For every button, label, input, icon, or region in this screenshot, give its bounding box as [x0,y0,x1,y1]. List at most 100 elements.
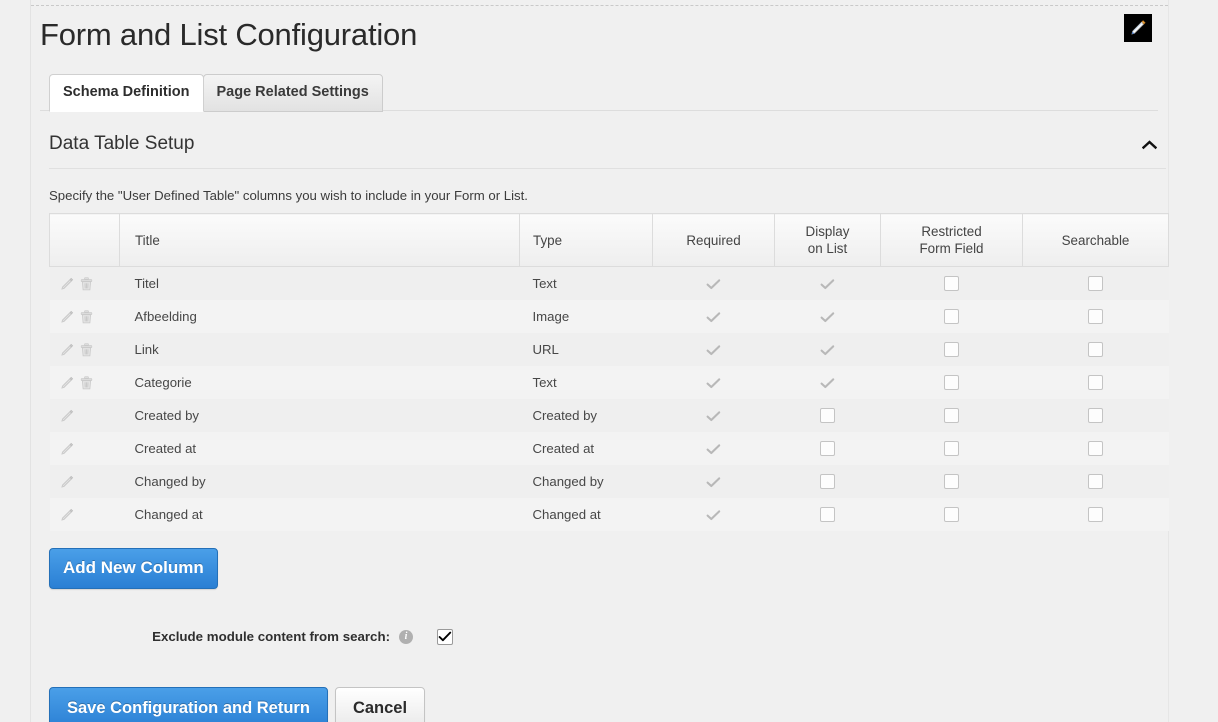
pencil-glyph [60,442,73,455]
row-display-cell [775,300,881,333]
table-description: Specify the "User Defined Table" columns… [49,188,528,203]
check-mark-icon [706,410,721,423]
row-display-cell [775,399,881,432]
searchable-checkbox[interactable] [1088,342,1103,357]
searchable-checkbox[interactable] [1088,474,1103,489]
check-glyph [820,311,835,322]
pencil-glyph [60,277,73,290]
check-mark-icon [706,311,721,324]
pencil-glyph [60,508,73,521]
column-header-display-on-list: Display on List [774,213,881,267]
save-configuration-button[interactable]: Save Configuration and Return [49,686,328,722]
check-glyph [820,279,835,289]
delete-row-icon[interactable] [80,277,93,291]
tab-schema-definition[interactable]: Schema Definition [49,74,204,112]
row-display-cell [775,366,881,399]
table-row: Changed at Changed at [49,497,1169,531]
restricted-form-field-checkbox[interactable] [944,276,959,292]
column-header-restricted-line1: Restricted [921,224,982,239]
edit-row-icon[interactable] [60,475,74,489]
add-column-wrapper: Add New Column [49,547,1158,589]
row-actions [50,465,120,498]
row-required-cell [653,465,775,498]
row-restricted-cell [881,399,1023,432]
exclude-from-search-checkbox[interactable] [437,628,453,645]
exclude-check-glyph [438,631,452,641]
section-header: Data Table Setup [49,133,1166,169]
delete-row-icon[interactable] [80,310,93,324]
check-mark-icon [820,311,835,324]
searchable-checkbox[interactable] [1088,309,1103,324]
restricted-form-field-checkbox[interactable] [944,474,959,489]
column-header-restricted-line2: Form Field [919,241,984,256]
restricted-form-field-checkbox[interactable] [944,507,959,522]
row-title-cell: Link [134,341,159,357]
row-actions [50,399,120,432]
edit-row-icon[interactable] [60,409,74,423]
pencil-edit-icon[interactable] [1124,14,1152,42]
edit-row-icon[interactable] [60,442,74,456]
table-body: Titel Text Afbeelding Image Link URL Categorie… [49,266,1169,531]
restricted-form-field-checkbox[interactable] [944,375,959,390]
row-display-cell [775,498,881,531]
row-title-cell: Changed at [134,506,203,522]
row-actions [50,498,120,531]
pencil-glyph [60,475,73,488]
check-mark-icon [820,377,835,390]
restricted-form-field-checkbox[interactable] [944,408,959,423]
add-new-column-button[interactable]: Add New Column [49,547,218,589]
chevron-up-icon[interactable] [1140,136,1158,154]
searchable-checkbox[interactable] [1088,276,1103,292]
row-title-cell: Titel [134,275,159,291]
row-title-cell: Afbeelding [134,308,197,324]
row-type-cell: Text [532,275,557,291]
row-title-cell: Changed by [134,473,206,489]
row-display-cell [775,465,881,498]
edit-row-icon[interactable] [60,376,74,390]
column-header-display-line2: on List [807,241,848,256]
row-required-cell [653,333,775,366]
pencil-glyph [60,376,73,389]
display-on-list-checkbox[interactable] [820,507,835,522]
searchable-checkbox[interactable] [1088,441,1103,456]
edit-row-icon[interactable] [60,508,74,522]
cancel-button[interactable]: Cancel [334,686,426,722]
display-on-list-checkbox[interactable] [820,408,835,423]
row-type-cell: Changed at [532,506,601,522]
delete-row-icon[interactable] [80,376,93,390]
row-actions [50,267,120,300]
edit-row-icon[interactable] [60,343,74,357]
delete-row-icon[interactable] [80,343,93,357]
row-searchable-cell [1023,333,1169,366]
table-row: Titel Text [49,266,1169,300]
table-header-row: Title Type Required Display on List Rest… [49,213,1169,267]
row-display-cell [775,432,881,465]
restricted-form-field-checkbox[interactable] [944,309,959,324]
row-actions [50,300,120,333]
row-type-cell: Text [532,374,557,390]
page-container: Form and List Configuration Schema Defin… [31,6,1169,722]
row-display-cell [775,267,881,300]
row-required-cell [653,498,775,531]
row-actions [50,366,120,399]
display-on-list-checkbox[interactable] [820,474,835,489]
row-actions [50,333,120,366]
page-title: Form and List Configuration [40,17,418,52]
row-title-cell: Created by [134,407,200,423]
edit-row-icon[interactable] [60,277,74,291]
display-on-list-checkbox[interactable] [820,441,835,456]
row-required-cell [653,366,775,399]
searchable-checkbox[interactable] [1088,408,1103,423]
row-searchable-cell [1023,432,1169,465]
row-display-cell [775,333,881,366]
restricted-form-field-checkbox[interactable] [944,342,959,357]
column-header-restricted-form-field: Restricted Form Field [880,213,1023,267]
info-icon[interactable]: i [399,629,413,644]
searchable-checkbox[interactable] [1088,375,1103,390]
check-glyph [706,443,721,454]
pencil-glyph [60,343,73,356]
searchable-checkbox[interactable] [1088,507,1103,522]
restricted-form-field-checkbox[interactable] [944,441,959,456]
edit-row-icon[interactable] [60,310,74,324]
tab-page-related-settings[interactable]: Page Related Settings [202,74,383,112]
